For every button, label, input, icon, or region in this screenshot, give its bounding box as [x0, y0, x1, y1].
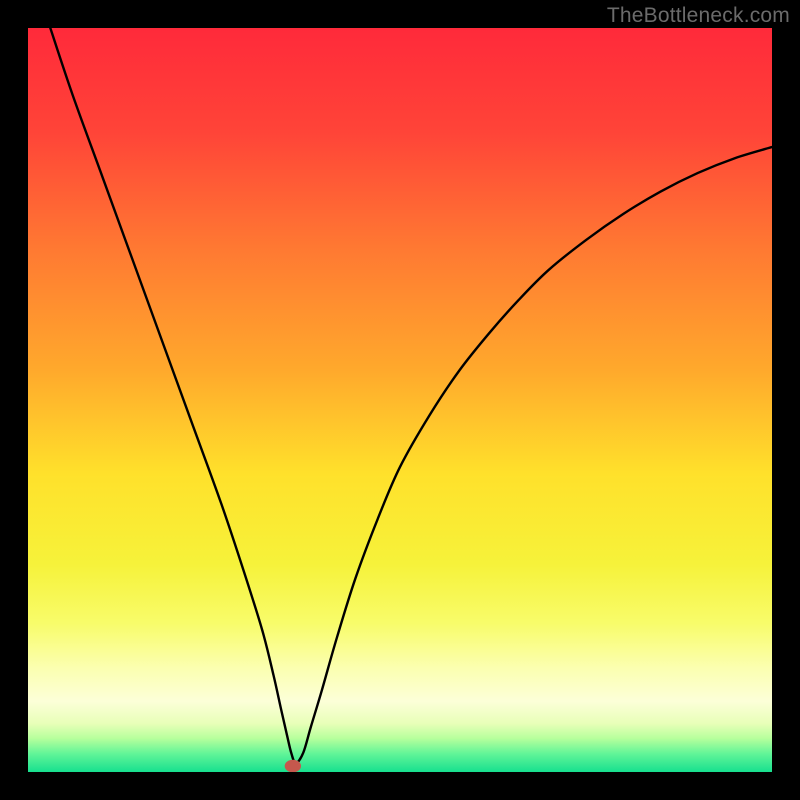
optimal-point-marker — [285, 760, 301, 772]
chart-frame — [28, 28, 772, 772]
watermark-text: TheBottleneck.com — [607, 4, 790, 28]
chart-background — [28, 28, 772, 772]
chart-svg — [28, 28, 772, 772]
